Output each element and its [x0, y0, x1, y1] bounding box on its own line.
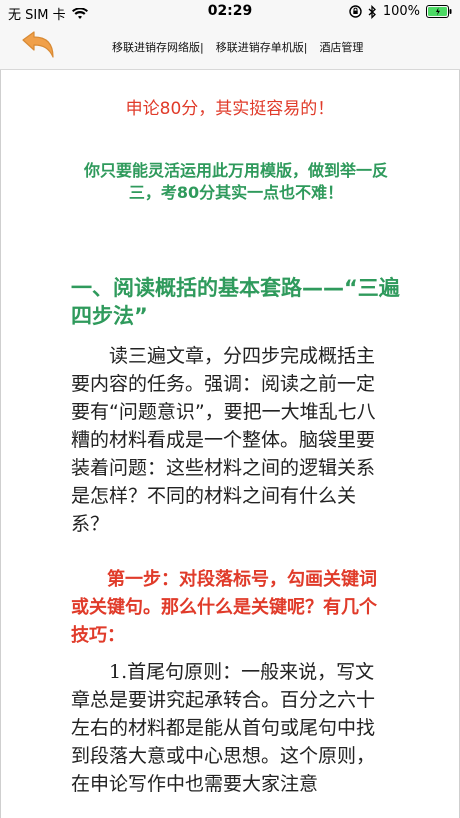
headline-red: 申论80分，其实挺容易的！ — [125, 99, 335, 119]
paragraph-first-last-principle-text: 1.首尾句原则：一般来说，写文章总是要讲究起承转合。百分之六十左右的材料都是能从… — [71, 661, 376, 795]
paragraph-reading-method-text: 读三遍文章，分四步完成概括主要内容的任务。强调：阅读之前一定要有“问题意识”，要… — [71, 345, 376, 535]
nav-link-hotel-management[interactable]: 酒店管理 — [319, 39, 363, 55]
step-one-heading-text: 第一步：对段落标号，勾画关键词或关键句。那么什么是关键呢？有几个技巧： — [71, 569, 377, 646]
headline-green: 你只要能灵活运用此万用模版，做到举一反三，考80分其实一点也不难！ — [83, 161, 388, 202]
status-bar: 无 SIM 卡 02:29 100% — [0, 0, 460, 24]
back-arrow-icon — [21, 30, 55, 64]
navigation-bar: 移联进销存网络版| 移联进销存单机版| 酒店管理 — [0, 24, 460, 70]
battery-icon — [426, 5, 452, 18]
back-button[interactable] — [20, 30, 56, 64]
nav-link-standalone-version[interactable]: 移联进销存单机版| — [216, 39, 308, 55]
nav-links: 移联进销存网络版| 移联进销存单机版| 酒店管理 — [112, 39, 363, 55]
paragraph-first-last-principle: 1.首尾句原则：一般来说，写文章总是要讲究起承转合。百分之六十左右的材料都是能从… — [71, 658, 389, 798]
status-right: 100% — [349, 4, 452, 19]
section-title: 一、阅读概括的基本套路——“三遍四步法” — [71, 276, 400, 328]
paragraph-reading-method: 读三遍文章，分四步完成概括主要内容的任务。强调：阅读之前一定要有“问题意识”，要… — [71, 342, 389, 538]
step-one-heading: 第一步：对段落标号，勾画关键词或关键句。那么什么是关键呢？有几个技巧： — [71, 566, 389, 650]
article-content[interactable]: 申论80分，其实挺容易的！ 你只要能灵活运用此万用模版，做到举一反三，考80分其… — [0, 70, 460, 818]
battery-percent: 100% — [382, 4, 420, 19]
nav-link-network-version[interactable]: 移联进销存网络版| — [112, 39, 204, 55]
bluetooth-icon — [368, 4, 377, 19]
rotation-lock-icon — [349, 5, 362, 18]
